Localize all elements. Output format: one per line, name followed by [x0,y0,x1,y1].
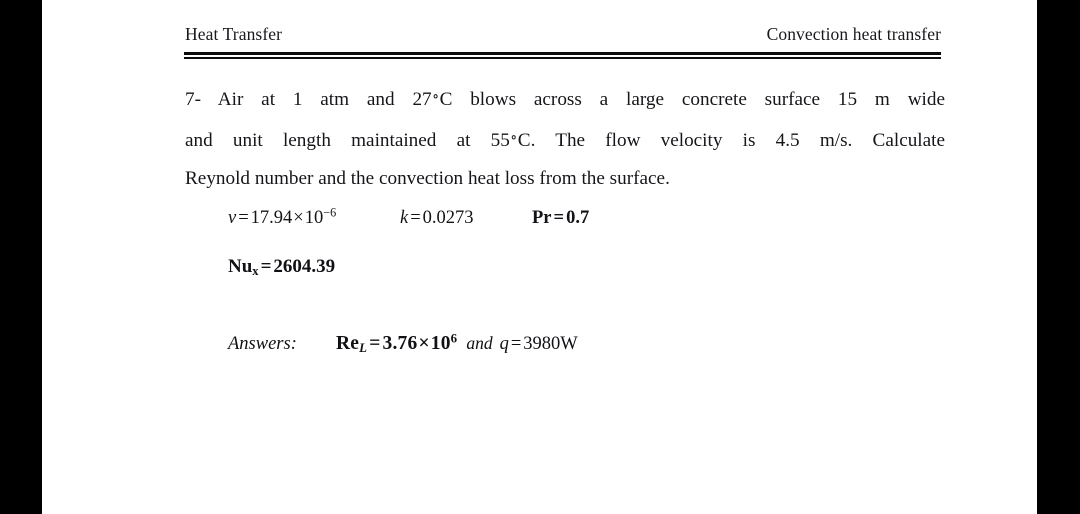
answers-conjunction: and [466,333,493,353]
nusselt-number-value: Nux = 2604.39 [228,256,335,278]
k-number: 0.0273 [422,208,474,228]
nu-times-icon: × [293,208,304,228]
nusselt-number: 2604.39 [273,256,336,277]
problem-line-2-text-a: and unit length maintained at 55 [185,130,510,152]
reynolds-subscript: L [359,340,368,355]
k-equals: = [410,208,421,228]
prandtl-number-value: Pr = 0.7 [532,208,652,229]
kinematic-viscosity-value: v = 17.94×10−6 [228,205,396,229]
reynolds-number-answer: ReL = 3.76×106 [336,332,457,355]
problem-line-2-text-b: C. The flow velocity is 4.5 m/s. Calcula… [517,130,946,152]
reynolds-times-icon: × [418,333,430,354]
pr-number: 0.7 [566,208,590,228]
nu-equals: = [238,208,249,228]
heat-equals: = [510,334,522,354]
nu-symbol: v [228,208,237,228]
page-header: Heat Transfer Convection heat transfer [185,24,941,45]
reynolds-equals: = [369,333,381,354]
degree-symbol-icon: ∘ [510,130,518,147]
reynolds-base: 10 [430,333,451,354]
problem-line-3: Reynold number and the convection heat l… [185,168,670,190]
header-left-title: Heat Transfer [185,24,283,44]
problem-line-2: and unit length maintained at 55∘C. The … [185,119,945,160]
header-double-rule [184,52,941,61]
k-symbol: k [400,208,409,228]
answers-line: Answers: ReL = 3.76×106 and q = 3980W [228,332,988,355]
pr-equals: = [553,208,565,228]
given-properties-row: v = 17.94×10−6 k = 0.0273 Pr = 0.7 [228,205,928,242]
problem-statement: 7- Air at 1 atm and 27∘C blows across a … [185,78,945,198]
thermal-conductivity-value: k = 0.0273 [400,208,528,229]
nusselt-subscript: x [252,263,259,278]
problem-line-1-text-b: C blows across a large concrete surface … [439,89,945,111]
nu-base: 10 [304,208,324,228]
document-page: Heat Transfer Convection heat transfer 7… [42,0,1037,514]
rule-bottom-bar [184,56,941,60]
heat-loss-answer: q = 3980W [500,334,578,354]
problem-line-1: 7- Air at 1 atm and 27∘C blows across a … [185,78,945,119]
scanned-page-frame: Heat Transfer Convection heat transfer 7… [0,0,1080,514]
answers-label: Answers: [228,334,297,354]
nusselt-equals: = [260,256,272,277]
pr-symbol: Pr [532,208,552,228]
reynolds-symbol: Re [336,333,360,354]
degree-symbol-icon: ∘ [431,89,440,105]
given-properties: v = 17.94×10−6 k = 0.0273 Pr = 0.7 [228,205,928,242]
nu-number: 17.94 [250,208,293,228]
nu-exponent: −6 [323,205,337,220]
problem-line-1-text-a: 7- Air at 1 atm and 27 [185,89,432,111]
header-right-title: Convection heat transfer [766,24,941,44]
heat-value: 3980W [523,334,578,354]
heat-symbol: q [499,334,509,354]
reynolds-number: 3.76 [382,333,418,354]
nusselt-symbol: Nu [228,256,253,277]
